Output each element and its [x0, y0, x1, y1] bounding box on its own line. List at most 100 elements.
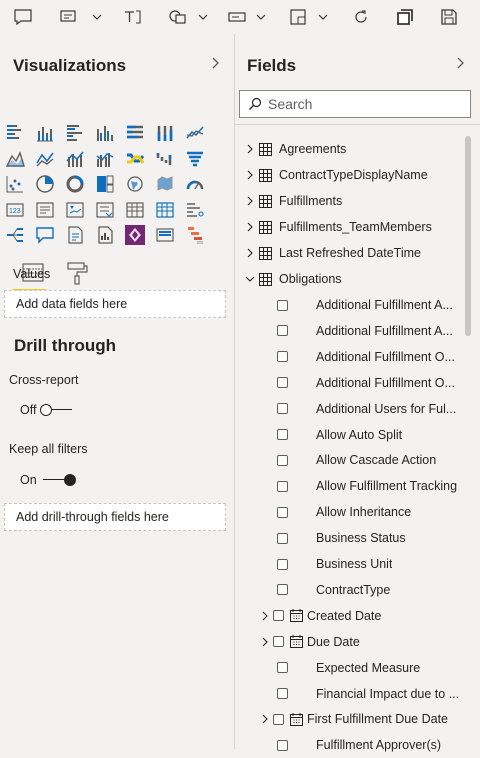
field-row[interactable]: ContractType [235, 577, 467, 603]
table-row[interactable]: Fulfillments [235, 188, 467, 214]
stacked-bar-chart-icon[interactable] [5, 123, 25, 143]
slicer-icon[interactable] [95, 200, 115, 220]
field-row[interactable]: Allow Cascade Action [235, 447, 467, 473]
chevron-right-icon[interactable] [261, 637, 269, 647]
table-row[interactable]: ContractTypeDisplayName [235, 162, 467, 188]
field-row[interactable]: Allow Fulfillment Tracking [235, 473, 467, 499]
table-row[interactable]: Obligations [235, 266, 467, 292]
keep-filters-toggle[interactable]: On [20, 473, 76, 487]
stacked-column-chart-icon[interactable] [35, 123, 55, 143]
field-checkbox[interactable] [277, 584, 288, 596]
scatter-chart-icon[interactable] [5, 174, 25, 194]
toggle-switch-off[interactable] [40, 404, 73, 416]
field-row[interactable]: Additional Fulfillment A... [235, 318, 467, 344]
field-row[interactable]: Additional Fulfillment O... [235, 370, 467, 396]
line-clustered-column-icon[interactable] [95, 149, 115, 169]
field-checkbox[interactable] [277, 429, 288, 440]
chevron-right-icon[interactable] [245, 144, 255, 154]
field-row[interactable]: First Fulfillment Due Date [235, 706, 467, 732]
fields-scrollbar[interactable] [465, 136, 471, 336]
chevron-right-icon[interactable] [245, 248, 255, 258]
field-checkbox[interactable] [277, 662, 288, 674]
more-visuals-icon[interactable] [185, 225, 205, 245]
text-box-icon[interactable] [120, 4, 146, 30]
100-stacked-bar-icon[interactable] [125, 123, 145, 143]
shapes-dropdown-icon[interactable] [166, 4, 212, 30]
field-row[interactable]: Created Date [235, 603, 467, 629]
field-row[interactable]: Additional Fulfillment A... [235, 292, 467, 318]
100-stacked-column-icon[interactable] [155, 123, 175, 143]
field-checkbox[interactable] [277, 480, 288, 492]
format-paint-roller-icon[interactable] [64, 260, 90, 286]
field-row[interactable]: Financial Impact due to ... [235, 681, 467, 707]
field-row[interactable]: Business Unit [235, 551, 467, 577]
save-icon[interactable] [436, 4, 462, 30]
collapse-fields-icon[interactable] [455, 56, 465, 75]
table-row[interactable]: Agreements [235, 136, 467, 162]
stacked-area-chart-icon[interactable] [35, 149, 55, 169]
field-checkbox[interactable] [277, 325, 288, 337]
table-icon[interactable] [125, 200, 145, 220]
chevron-right-icon[interactable] [261, 714, 269, 724]
field-checkbox[interactable] [277, 688, 288, 699]
comment-icon[interactable] [10, 4, 36, 30]
field-checkbox[interactable] [273, 713, 284, 725]
matrix-icon[interactable] [155, 200, 175, 220]
kpi-icon[interactable] [65, 200, 85, 220]
duplicate-icon[interactable] [392, 4, 418, 30]
format-dropdown-icon[interactable] [58, 4, 104, 30]
key-influencers-icon[interactable] [5, 225, 25, 245]
chevron-right-icon[interactable] [261, 611, 269, 621]
visual-table-dropdown-icon[interactable] [288, 4, 334, 30]
field-checkbox[interactable] [277, 351, 288, 363]
cross-report-toggle[interactable]: Off [20, 403, 73, 417]
field-row[interactable]: Additional Users for Ful... [235, 396, 467, 422]
gauge-icon[interactable] [185, 174, 205, 194]
treemap-icon[interactable] [95, 174, 115, 194]
power-apps-icon[interactable] [125, 225, 145, 245]
waterfall-chart-icon[interactable] [155, 149, 175, 169]
card-icon[interactable]: 123 [5, 200, 25, 220]
search-input[interactable]: Search [239, 90, 471, 118]
map-globe-icon[interactable] [125, 174, 145, 194]
field-checkbox[interactable] [277, 739, 288, 751]
donut-chart-icon[interactable] [65, 174, 85, 194]
buttons-dropdown-icon[interactable] [226, 4, 272, 30]
multi-row-card-icon[interactable] [35, 200, 55, 220]
table-row[interactable]: Fulfillments_TeamMembers [235, 214, 467, 240]
line-stacked-column-icon[interactable] [65, 149, 85, 169]
qa-chat-icon[interactable] [35, 225, 55, 245]
area-chart-icon[interactable] [5, 149, 25, 169]
field-row[interactable]: Expected Measure [235, 655, 467, 681]
field-checkbox[interactable] [277, 506, 288, 518]
chevron-right-icon[interactable] [245, 222, 255, 232]
chevron-right-icon[interactable] [245, 196, 255, 206]
power-automate-icon[interactable] [155, 225, 175, 245]
field-checkbox[interactable] [277, 454, 288, 466]
field-checkbox[interactable] [277, 532, 288, 544]
values-drop-zone[interactable]: Add data fields here [4, 290, 226, 318]
smart-narrative-icon[interactable] [65, 225, 85, 245]
field-checkbox[interactable] [273, 610, 284, 622]
field-row[interactable]: Due Date [235, 629, 467, 655]
decomposition-icon[interactable] [185, 200, 205, 220]
clustered-column-chart-icon[interactable] [95, 123, 115, 143]
field-row[interactable]: Business Status [235, 525, 467, 551]
filled-map-icon[interactable] [155, 174, 175, 194]
field-row[interactable]: Allow Auto Split [235, 422, 467, 448]
field-row[interactable]: Allow Inheritance [235, 499, 467, 525]
collapse-visualizations-icon[interactable] [210, 56, 220, 75]
line-chart-icon[interactable] [185, 123, 205, 143]
table-row[interactable]: Last Refreshed DateTime [235, 240, 467, 266]
paginated-report-icon[interactable] [95, 225, 115, 245]
funnel-chart-icon[interactable] [185, 149, 205, 169]
toggle-switch-on[interactable] [42, 474, 76, 486]
field-checkbox[interactable] [277, 558, 288, 570]
refresh-icon[interactable] [348, 4, 374, 30]
chevron-down-icon[interactable] [245, 275, 255, 283]
field-checkbox[interactable] [277, 403, 288, 415]
pie-chart-icon[interactable] [35, 174, 55, 194]
drill-through-drop-zone[interactable]: Add drill-through fields here [4, 503, 226, 531]
field-row[interactable]: Fulfillment Approver(s) [235, 732, 467, 758]
field-checkbox[interactable] [277, 377, 288, 389]
